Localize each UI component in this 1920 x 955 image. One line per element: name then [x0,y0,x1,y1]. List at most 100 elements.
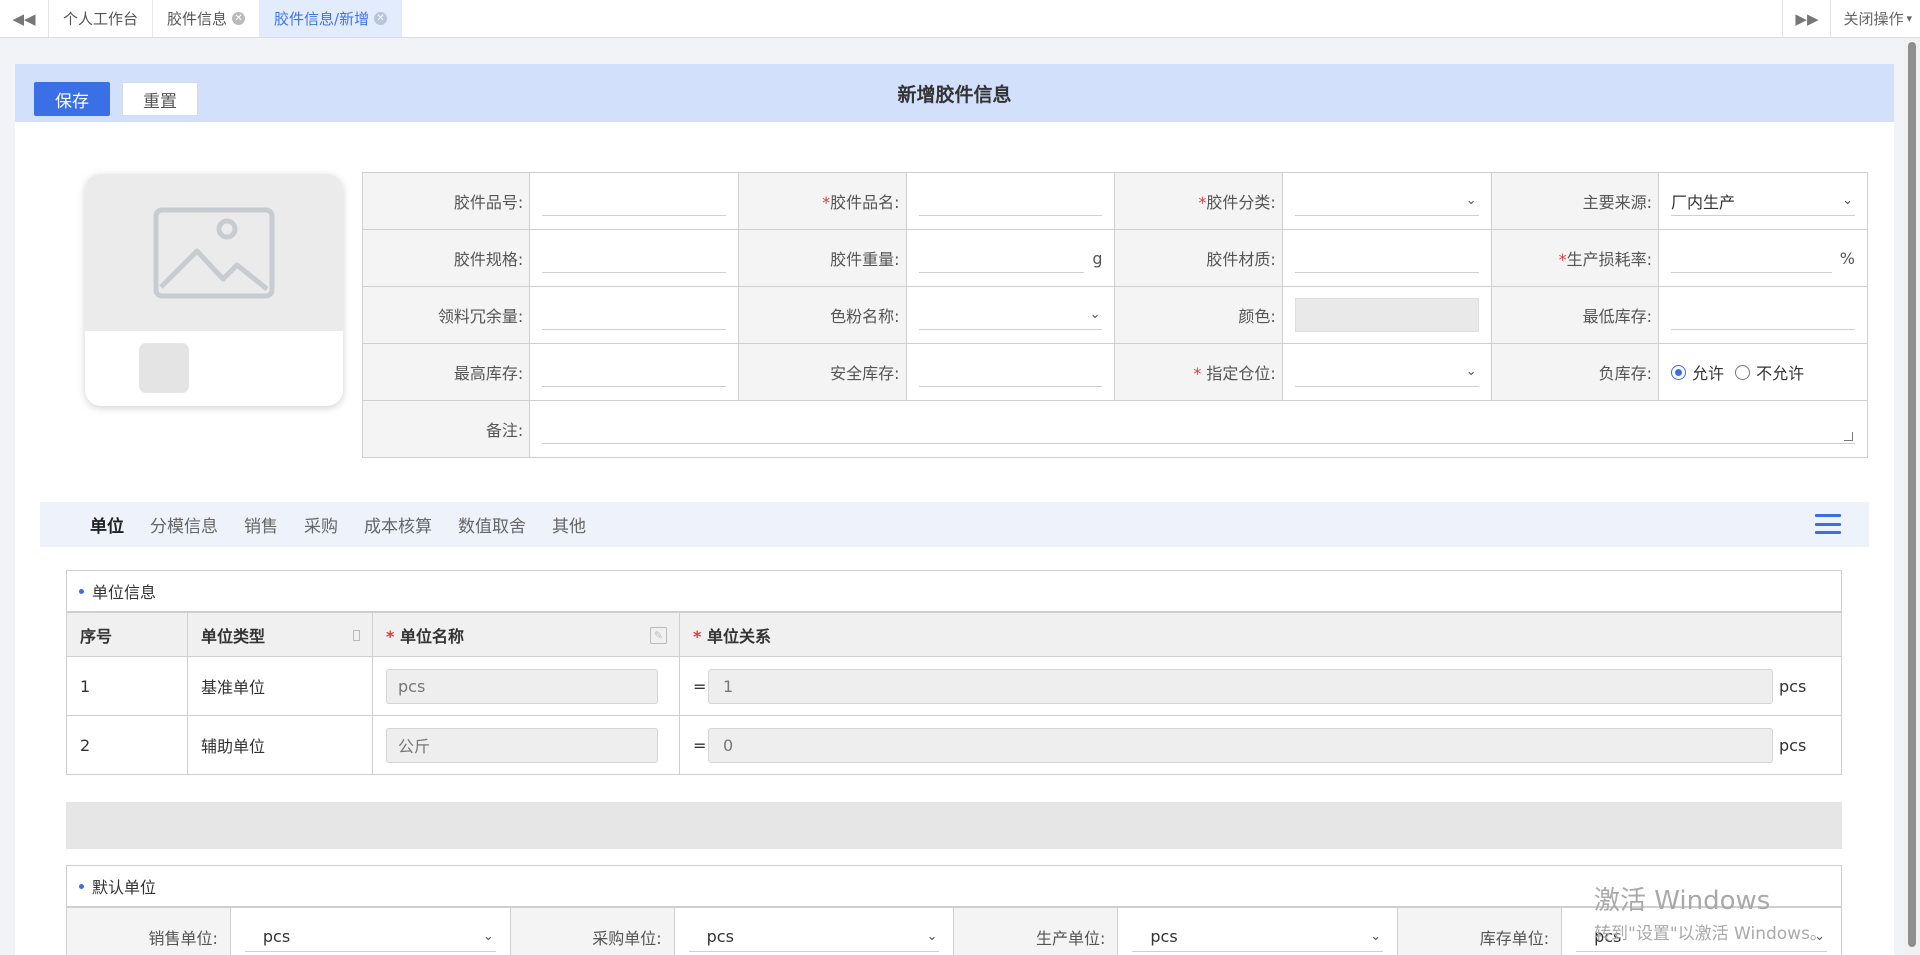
redundancy-label: 领料冗余量: [361,286,531,344]
category-select[interactable]: ⌄ [1294,186,1479,216]
default-units-title: 默认单位 [92,878,157,897]
loss-rate-label: *生产损耗率: [1490,229,1660,287]
part-name-input[interactable] [918,186,1103,216]
spec-label: 胶件规格: [361,229,531,287]
tab-other[interactable]: 其他 [552,512,586,537]
weight-label: 胶件重量: [738,229,907,287]
table-footer-band [66,802,1842,849]
production-unit-select[interactable]: pcs ⌄ [1132,922,1384,952]
unit-info-title: 单位信息 [92,583,157,602]
stock-unit-select[interactable]: pcs ⌄ [1576,922,1827,952]
spec-input[interactable] [542,243,727,273]
negative-stock-deny-radio[interactable]: 不允许 [1735,360,1804,384]
unit-relation-input[interactable]: 0 [708,727,1773,763]
loss-rate-unit: % [1839,248,1855,268]
tab-part-info-new[interactable]: 胶件信息/新增 ✕ [260,0,403,37]
tab-part-info[interactable]: 胶件信息 ✕ [153,0,261,37]
image-placeholder-icon [153,207,275,298]
remark-label: 备注: [361,400,531,458]
tab-label: 个人工作台 [63,10,139,28]
tab-units[interactable]: 单位 [90,512,124,537]
scrollbar-thumb[interactable] [1908,42,1916,947]
image-preview [85,174,343,331]
chevron-down-icon: ⌄ [1370,928,1382,944]
remark-textarea[interactable] [542,414,1855,444]
production-unit-label: 生产单位: [953,907,1119,955]
color-field[interactable] [1294,298,1479,332]
redundancy-input[interactable] [542,300,727,330]
relation-unit: pcs [1779,735,1807,755]
tab-personal-workbench[interactable]: 个人工作台 [49,0,154,37]
basic-info-form: 胶件品号: *胶件品名: *胶件分类: ⌄ 主要来源: 厂内生产 ⌄ 胶件规格: … [361,172,1868,458]
vertical-scrollbar[interactable] [1904,38,1920,955]
chevron-down-icon: ⌄ [1814,928,1825,944]
bullet-icon [79,883,84,889]
toner-select[interactable]: ⌄ [918,300,1103,330]
main-content: 保存 重置 新增胶件信息 胶件品号: *胶件品名: *胶件分类: ⌄ 主要来源:… [0,38,1904,955]
min-stock-input[interactable] [1671,300,1855,330]
tab-bar: ◀◀ 个人工作台 胶件信息 ✕ 胶件信息/新增 ✕ ▶▶ 关闭操作 ▾ [0,0,1920,38]
sales-unit-select[interactable]: pcs ⌄ [244,922,496,952]
tabs-scroll-left-button[interactable]: ◀◀ [0,0,49,37]
weight-input[interactable] [918,243,1085,273]
sales-unit-label: 销售单位: [66,907,231,955]
table-row: 1 基准单位 pcs = 1 pcs [66,656,1842,716]
form-card: 保存 重置 新增胶件信息 胶件品号: *胶件品名: *胶件分类: ⌄ 主要来源:… [15,64,1894,955]
source-select[interactable]: 厂内生产 ⌄ [1671,186,1855,216]
unit-table: 序号 单位类型 * 单位名称 ✎ * 单位关系 1 基准单位 pcs = 1 pcs … [66,612,1842,775]
toner-label: 色粉名称: [738,286,907,344]
chevron-down-icon: ⌄ [1465,193,1477,208]
column-resize-icon[interactable] [353,630,360,641]
default-units-section-title: 默认单位 [66,865,1842,907]
close-tab-icon[interactable]: ✕ [232,12,246,25]
max-stock-input[interactable] [542,357,727,387]
location-select[interactable]: ⌄ [1294,357,1479,387]
negative-stock-allow-radio[interactable]: 允许 [1671,360,1724,384]
tab-costing[interactable]: 成本核算 [364,512,432,537]
loss-rate-input[interactable] [1671,243,1832,273]
location-label: * 指定仓位: [1114,343,1283,401]
bullet-icon [79,588,84,594]
detail-tabs: 单位 分模信息 销售 采购 成本核算 数值取舍 其他 [40,502,1869,547]
tab-mold-info[interactable]: 分模信息 [150,512,218,537]
chevron-down-icon: ⌄ [1089,307,1101,322]
safety-stock-input[interactable] [918,357,1103,387]
image-upload-card[interactable] [85,174,343,406]
chevron-down-icon: ⌄ [1465,364,1477,379]
close-operations-dropdown[interactable]: 关闭操作 ▾ [1831,0,1920,37]
upload-image-button[interactable] [139,343,189,393]
tab-purchase[interactable]: 采购 [304,512,338,537]
weight-unit: g [1092,248,1103,268]
unit-relation-input[interactable]: 1 [708,668,1773,704]
stock-unit-label: 库存单位: [1397,907,1563,955]
material-input[interactable] [1294,243,1479,273]
purchase-unit-select[interactable]: pcs ⌄ [688,922,940,952]
tab-label: 胶件信息 [167,10,228,28]
unit-name-input[interactable]: pcs [386,668,658,704]
tab-rounding[interactable]: 数值取舍 [458,512,526,537]
unit-name-input[interactable]: 公斤 [386,727,658,763]
row-unit-type: 辅助单位 [187,715,373,775]
negative-stock-label: 负库存: [1490,343,1660,401]
equals-sign: = [693,735,707,755]
color-label: 颜色: [1114,286,1283,344]
part-no-input[interactable] [542,186,727,216]
resize-grip-icon[interactable] [1844,432,1853,441]
tab-label: 胶件信息/新增 [274,10,370,28]
tabs-scroll-right-button[interactable]: ▶▶ [1782,0,1832,37]
part-no-label: 胶件品号: [361,172,531,230]
tab-sales[interactable]: 销售 [244,512,278,537]
col-header-name: * 单位名称 ✎ [372,612,680,657]
row-no: 1 [66,656,188,716]
double-chevron-left-icon: ◀◀ [12,9,36,28]
menu-icon[interactable] [1815,514,1841,534]
radio-checked-icon [1671,364,1687,380]
default-units-form: 销售单位: pcs ⌄ 采购单位: pcs ⌄ 生产单位: pcs ⌄ 库存单位: p… [66,907,1842,955]
unit-info-section-title: 单位信息 [66,570,1842,612]
radio-unchecked-icon [1735,364,1751,380]
chevron-down-icon: ⌄ [1842,193,1853,208]
col-header-no: 序号 [66,612,188,657]
close-tab-icon[interactable]: ✕ [374,12,388,25]
tabbar-spacer [402,0,1782,37]
edit-icon[interactable]: ✎ [650,627,667,644]
